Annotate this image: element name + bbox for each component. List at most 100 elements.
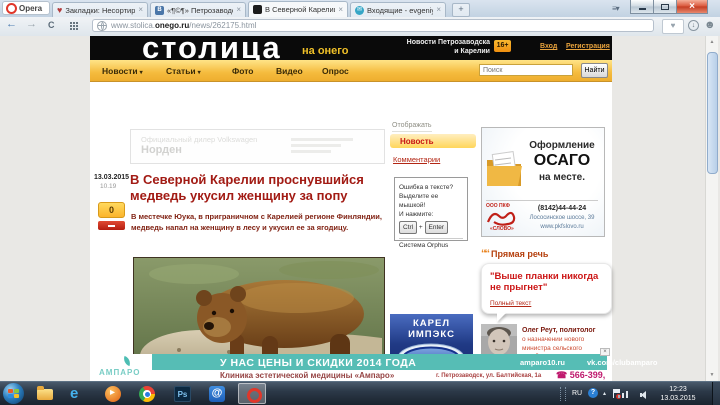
age-badge: 16+ [494,40,511,52]
scrollbar[interactable]: ▲ ▼ [705,36,718,381]
network-icon[interactable] [626,391,628,398]
close-icon[interactable]: × [138,6,143,14]
nav-articles[interactable]: Статьи [166,66,201,76]
top-banner-ad[interactable]: Официальный дилер Volkswagen Норден [130,129,385,164]
show-desktop-button[interactable] [712,382,720,405]
divider [399,238,463,239]
internet-explorer-icon[interactable]: e [70,385,88,403]
back-icon[interactable]: ← [6,18,17,30]
site-tagline: Новости Петрозаводска и Карелии [390,38,490,56]
speaker-name: Олег Реут, политолог [522,327,596,334]
article-date: 13.03.2015 [94,174,129,181]
site-favicon-icon [253,5,262,14]
browser-window: Opera ♥ Закладки: Несортирован… × B «¶©¶… [0,0,720,405]
orphus-line: И нажмите: [399,210,463,219]
tab-menu-icon[interactable] [612,4,624,13]
address-bar[interactable]: www.stolica.onego.ru/news/262175.html [92,19,654,32]
osago-address: Лососинское шоссе, 39 [524,215,600,221]
osago-url: www.pkfslovo.ru [524,224,600,230]
amparo-vk-link[interactable]: vk.com/clubamparo [587,358,657,367]
tray-expand-icon[interactable]: ▴ [603,390,606,397]
user-account-icon[interactable]: ☻ [704,19,716,32]
tab-article-active[interactable]: В Северной Карелии про… × [248,1,348,17]
nav-poll[interactable]: Опрос [322,66,349,76]
reload-icon[interactable]: C [48,20,55,30]
nav-video[interactable]: Видео [276,66,303,76]
display-heading: Отображать [392,122,432,132]
mail-icon [355,6,364,15]
browser-toolbar: ← → C www.stolica.onego.ru/news/262175.h… [0,17,720,37]
opera-menu-label: Opera [19,4,42,13]
amparo-info-strip: Клиника эстетической медицины «Ампаро» г… [152,370,607,381]
slovo-script-logo-icon [484,209,520,227]
close-icon[interactable]: × [436,6,441,14]
speed-dial-icon[interactable] [70,22,72,24]
ad-line: Норден [141,144,182,156]
search-button[interactable]: Найти [581,63,608,78]
article-time: 10.19 [100,183,116,190]
display-news-active[interactable]: Новость [390,134,476,148]
heart-icon: ♥ [57,6,62,15]
explorer-icon[interactable] [36,385,54,403]
register-link[interactable]: Регистрация [566,43,610,50]
tab-vk[interactable]: B «¶©¶» Петрозаводск О… × [150,2,246,17]
search-input[interactable] [479,64,573,76]
amparo-address: г. Петрозаводск, ул. Балтийская, 1а [436,373,541,379]
close-icon[interactable]: × [236,6,241,14]
taskbar: e Ps @ RU ? ▴ 12:23 13.03.2015 [0,381,720,405]
tab-mail[interactable]: Входящие - evgeniya_an… × [350,2,446,17]
volume-icon[interactable] [637,391,646,399]
ad-line: Официальный дилер Volkswagen [141,135,257,144]
new-tab-button[interactable]: + [452,3,470,17]
orphus-system-link[interactable]: Система Orphus [399,241,463,250]
scroll-up-icon[interactable]: ▲ [706,36,718,48]
amparo-logo: АМПАРО [95,354,152,381]
ad-faint-text [291,150,331,153]
maximize-button[interactable] [653,0,677,14]
nav-photo[interactable]: Фото [232,66,253,76]
bookmark-heart-icon[interactable]: ♥ [662,19,684,34]
vote-down-button[interactable] [98,221,125,230]
nav-news[interactable]: Новости [102,66,143,76]
article-title: В Северной Карелии проснувшийся медведь … [130,172,386,204]
download-icon[interactable]: ↓ [688,20,699,31]
start-button[interactable] [3,383,24,404]
amparo-banner[interactable]: АМПАРО У НАС ЦЕНЫ И СКИДКИ 2014 ГОДА amp… [95,354,607,381]
amparo-clinic-text: Клиника эстетической медицины «Ампаро» [220,371,394,380]
opera-taskbar-icon[interactable] [238,383,266,404]
tab-title: Входящие - evgeniya_an… [367,6,433,15]
photoshop-icon[interactable]: Ps [174,385,192,403]
windows-flag-icon [8,389,13,393]
ctrl-key: Ctrl [399,221,417,234]
minimize-button[interactable] [630,0,654,14]
mailru-icon[interactable]: @ [208,385,226,403]
osago-line: ОСАГО [524,152,600,170]
opera-menu-button[interactable]: Opera [2,1,50,15]
direct-speech-heading: Прямая речь [481,248,548,260]
tab-title: В Северной Карелии про… [265,5,335,14]
osago-ad[interactable]: Оформление ОСАГО на месте. ООО ПКФ «СЛОВ… [481,127,605,237]
banner-close-icon[interactable]: × [600,348,610,356]
tray-clock[interactable]: 12:23 13.03.2015 [652,385,704,403]
scroll-down-icon[interactable]: ▼ [706,369,718,381]
amparo-logo-text: АМПАРО [99,368,140,377]
media-player-icon[interactable] [104,385,122,403]
close-window-button[interactable] [676,0,708,14]
scrollbar-thumb[interactable] [707,52,718,174]
chrome-icon[interactable] [138,385,156,403]
content-area: Официальный дилер Volkswagen Норден 13.0… [90,82,612,381]
login-link[interactable]: Вход [540,43,557,50]
ad-faint-text [291,138,353,141]
forward-icon[interactable]: → [26,18,37,30]
tab-bar: Opera ♥ Закладки: Несортирован… × B «¶©¶… [0,0,720,18]
language-indicator[interactable]: RU [572,390,582,397]
divider [486,200,598,201]
tab-bookmarks[interactable]: ♥ Закладки: Несортирован… × [52,2,148,17]
amparo-site-link[interactable]: amparo10.ru [520,358,565,367]
close-icon[interactable]: × [338,6,343,14]
comments-link[interactable]: Комментарии [393,155,440,164]
full-text-link[interactable]: Полный текст [490,300,531,307]
help-icon[interactable]: ? [588,388,598,398]
tab-title: «¶©¶» Петрозаводск О… [167,6,233,15]
leaf-icon [122,356,132,366]
